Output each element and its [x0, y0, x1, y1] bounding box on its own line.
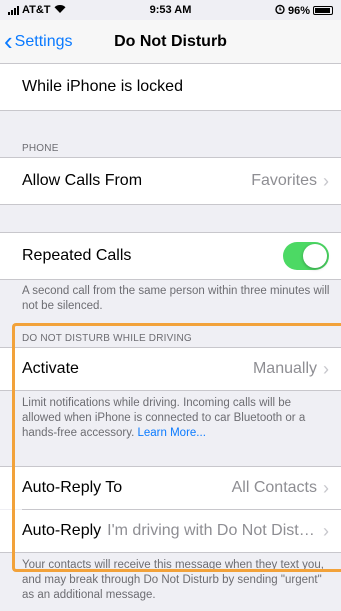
activate-value: Manually	[252, 360, 317, 377]
activate-label: Activate	[22, 360, 79, 377]
allow-calls-from-row[interactable]: Allow Calls From Favorites ›	[0, 158, 341, 204]
learn-more-link[interactable]: Learn More...	[138, 427, 206, 439]
repeated-calls-label: Repeated Calls	[22, 247, 132, 264]
allow-calls-from-value: Favorites	[251, 172, 317, 189]
battery-icon	[313, 6, 333, 15]
auto-reply-to-value: All Contacts	[231, 479, 317, 496]
auto-reply-label: Auto-Reply	[22, 522, 102, 539]
back-button[interactable]: ‹ Settings	[4, 20, 72, 64]
chevron-left-icon: ‹	[4, 26, 13, 56]
repeated-calls-footer: A second call from the same person withi…	[22, 285, 330, 312]
chevron-right-icon: ›	[323, 170, 329, 191]
alarm-icon	[275, 4, 285, 17]
allow-calls-from-label: Allow Calls From	[22, 172, 143, 189]
divider	[0, 390, 341, 391]
chevron-right-icon: ›	[323, 477, 329, 498]
divider	[0, 204, 341, 205]
divider	[0, 552, 341, 553]
section-header-phone: PHONE	[22, 143, 59, 154]
section-header-driving: DO NOT DISTURB WHILE DRIVING	[22, 333, 192, 344]
battery-percent: 96%	[287, 4, 310, 17]
auto-reply-row[interactable]: Auto-Reply I'm driving with Do Not Distu…	[0, 510, 341, 552]
activate-row[interactable]: Activate Manually ›	[0, 348, 341, 390]
auto-reply-message: I'm driving with Do Not Distu...	[107, 522, 317, 539]
activate-footer: Limit notifications while driving. Incom…	[22, 396, 332, 441]
chevron-right-icon: ›	[323, 520, 329, 541]
navigation-bar: ‹ Settings Do Not Disturb	[0, 20, 341, 64]
auto-reply-to-label: Auto-Reply To	[22, 479, 123, 496]
auto-reply-footer: Your contacts will receive this message …	[22, 559, 324, 601]
repeated-calls-row: Repeated Calls	[0, 233, 341, 279]
divider	[0, 110, 341, 111]
repeated-calls-toggle[interactable]	[283, 242, 329, 270]
while-locked-label: While iPhone is locked	[22, 78, 183, 95]
back-button-label: Settings	[14, 33, 73, 50]
status-bar: AT&T 9:53 AM 96%	[0, 0, 341, 20]
auto-reply-to-row[interactable]: Auto-Reply To All Contacts ›	[0, 467, 341, 509]
toggle-knob	[303, 244, 327, 268]
while-locked-option[interactable]: While iPhone is locked	[0, 64, 341, 110]
divider	[0, 279, 341, 280]
chevron-right-icon: ›	[323, 358, 329, 379]
